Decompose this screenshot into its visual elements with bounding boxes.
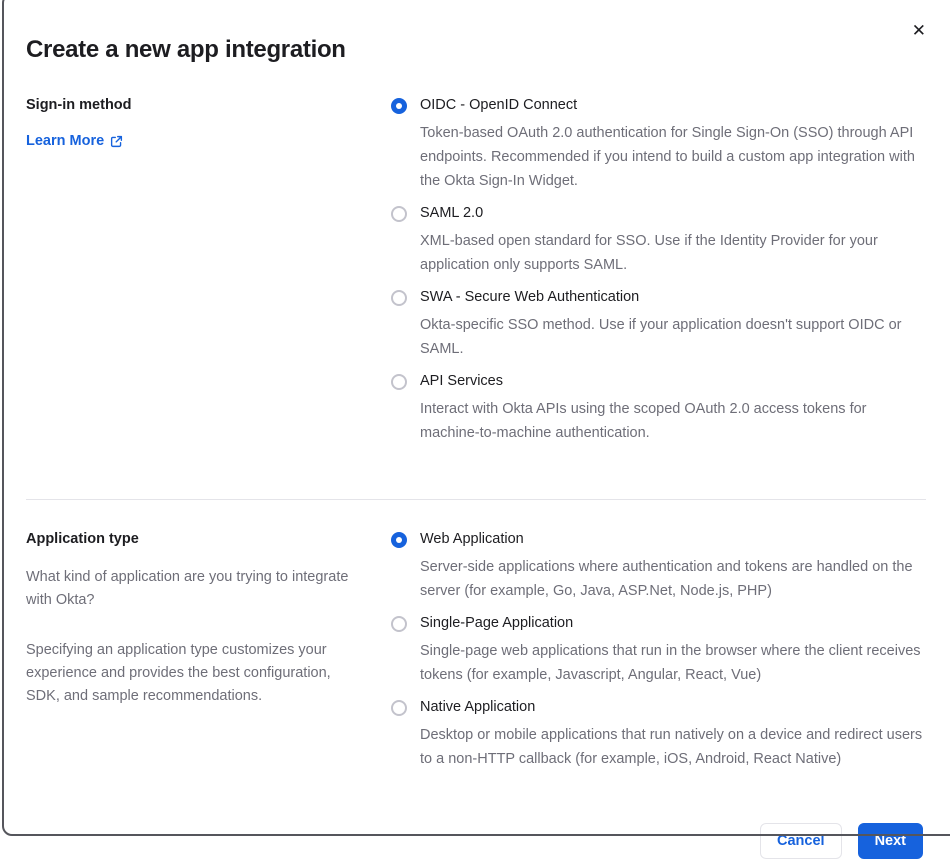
radio-option-label: SAML 2.0	[420, 205, 484, 221]
learn-more-link[interactable]: Learn More	[26, 133, 123, 149]
radio-option-description: Server-side applications where authentic…	[420, 559, 913, 599]
option-text: SWA - Secure Web Authentication Okta-spe…	[420, 289, 925, 361]
application-type-heading: Application type	[26, 531, 139, 547]
radio-option-label: Web Application	[420, 531, 524, 547]
option-text: API Services Interact with Okta APIs usi…	[420, 373, 925, 445]
learn-more-label: Learn More	[26, 133, 105, 149]
radio-option-description: Desktop or mobile applications that run …	[420, 727, 923, 767]
application-type-intro: What kind of application are you trying …	[26, 569, 349, 608]
create-app-integration-dialog: ✕ Create a new app integration Sign-in m…	[0, 0, 950, 859]
radio-icon[interactable]	[391, 532, 407, 548]
dialog-title: Create a new app integration	[26, 36, 346, 63]
radio-icon[interactable]	[391, 206, 407, 222]
radio-icon[interactable]	[391, 98, 407, 114]
radio-option-native-application[interactable]: Native Application Desktop or mobile app…	[391, 699, 926, 771]
application-type-options: Web Application Server-side applications…	[391, 531, 926, 783]
radio-option-description: Interact with Okta APIs using the scoped…	[420, 401, 867, 441]
option-text: Single-Page Application Single-page web …	[420, 615, 925, 687]
signin-method-section: Sign-in method Learn More OIDC - OpenID …	[26, 97, 926, 457]
radio-option-web-application[interactable]: Web Application Server-side applications…	[391, 531, 926, 603]
option-text: Native Application Desktop or mobile app…	[420, 699, 925, 771]
next-button[interactable]: Next	[857, 823, 923, 859]
application-type-explanation: Specifying an application type customize…	[26, 642, 331, 704]
radio-option-label: OIDC - OpenID Connect	[420, 97, 578, 113]
radio-option-swa[interactable]: SWA - Secure Web Authentication Okta-spe…	[391, 289, 926, 361]
radio-option-oidc[interactable]: OIDC - OpenID Connect Token-based OAuth …	[391, 97, 926, 193]
signin-method-options: OIDC - OpenID Connect Token-based OAuth …	[391, 97, 926, 457]
option-text: SAML 2.0 XML-based open standard for SSO…	[420, 205, 925, 277]
radio-option-description: Token-based OAuth 2.0 authentication for…	[420, 125, 915, 189]
radio-icon[interactable]	[391, 290, 407, 306]
application-type-left-column: Application type What kind of applicatio…	[26, 531, 391, 735]
radio-option-description: XML-based open standard for SSO. Use if …	[420, 233, 878, 273]
radio-option-label: Native Application	[420, 699, 536, 715]
radio-icon[interactable]	[391, 616, 407, 632]
cancel-button[interactable]: Cancel	[760, 823, 842, 859]
radio-option-single-page-application[interactable]: Single-Page Application Single-page web …	[391, 615, 926, 687]
radio-option-label: Single-Page Application	[420, 615, 574, 631]
close-icon[interactable]: ✕	[910, 20, 928, 41]
option-text: OIDC - OpenID Connect Token-based OAuth …	[420, 97, 925, 193]
application-type-section: Application type What kind of applicatio…	[26, 531, 926, 783]
signin-method-left-column: Sign-in method Learn More	[26, 97, 391, 150]
radio-icon[interactable]	[391, 374, 407, 390]
section-divider	[26, 499, 926, 500]
radio-option-description: Single-page web applications that run in…	[420, 643, 921, 683]
radio-icon[interactable]	[391, 700, 407, 716]
radio-option-label: API Services	[420, 373, 503, 389]
radio-option-saml[interactable]: SAML 2.0 XML-based open standard for SSO…	[391, 205, 926, 277]
radio-option-label: SWA - Secure Web Authentication	[420, 289, 640, 305]
external-link-icon	[110, 134, 123, 148]
radio-option-api-services[interactable]: API Services Interact with Okta APIs usi…	[391, 373, 926, 445]
radio-option-description: Okta-specific SSO method. Use if your ap…	[420, 317, 902, 357]
option-text: Web Application Server-side applications…	[420, 531, 925, 603]
signin-method-heading: Sign-in method	[26, 97, 132, 113]
dialog-footer: Cancel Next	[26, 823, 926, 859]
